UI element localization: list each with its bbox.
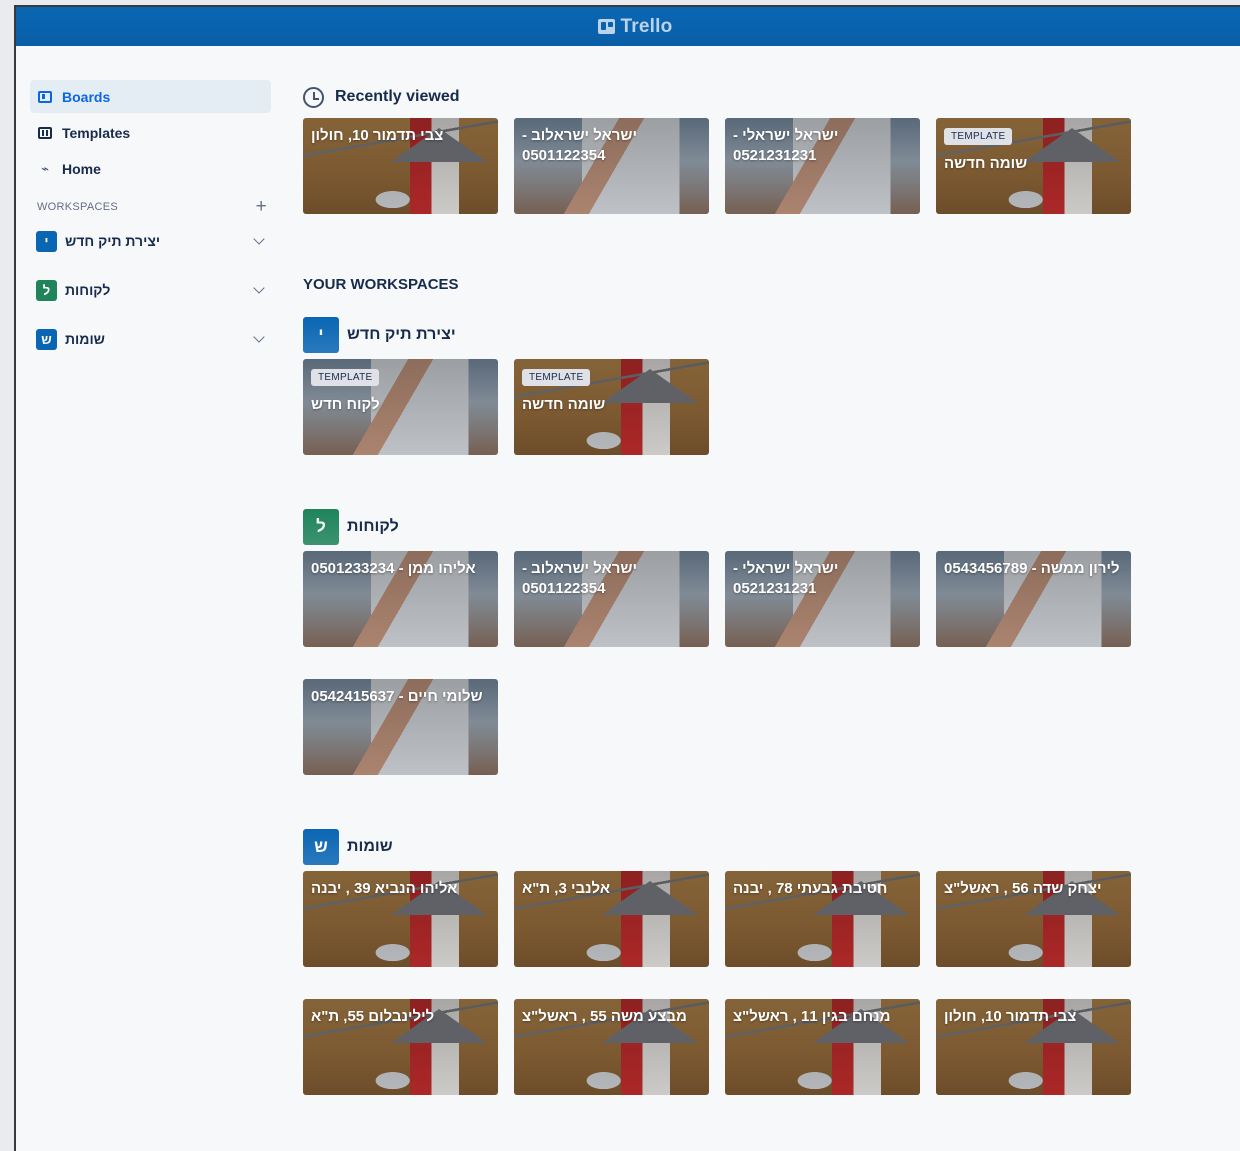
trello-icon [597,19,615,34]
chevron-down-icon[interactable] [253,331,265,343]
board-card-title: ישראל ישראלי - 0521231231 [733,127,839,164]
workspace-section: ל לקוחות אליהו ממן - 0501233234 ישראל ישראל… [303,509,1173,775]
board-card[interactable]: מבצע משה 55 , ראשל"צ [514,999,709,1095]
board-card-title: שלומי חיים - 0542415637 [311,688,483,705]
workspace-avatar: י [36,230,57,252]
board-card[interactable]: ישראל ישראלי - 0521231231 [725,118,920,214]
workspace-section-name: שומות [347,838,393,855]
workspace-section: ש שומות אליהו הנביא 39 , יבנה אלנבי 3, ת"א ח… [303,829,1173,1095]
sidebar-workspace-item[interactable]: ל לקוחות [30,273,271,307]
recently-viewed-title: Recently viewed [335,88,460,105]
workspace-avatar: ש [303,829,339,865]
workspaces-heading: WORKSPACES [37,201,119,213]
board-card-title: יצחק שדה 56 , ראשל"צ [944,880,1102,897]
workspace-label-group: ש שומות [36,328,255,350]
workspace-boards-grid: אליהו ממן - 0501233234 ישראל ישראלוב - 05… [303,551,1173,775]
board-card[interactable]: TEMPLATE שומה חדשה [514,359,709,455]
board-card[interactable]: צבי תדמור 10, חולון [936,999,1131,1095]
board-card-title: שומה חדשה [944,155,1028,172]
board-card[interactable]: חטיבת גבעתי 78 , יבנה [725,871,920,967]
sidebar-item-label: Home [62,160,101,177]
recently-viewed-header: Recently viewed [303,80,1173,114]
sidebar-item-boards[interactable]: Boards [30,80,271,113]
workspace-section-name: יצירת תיק חדש [347,326,456,343]
board-card[interactable]: אליהו הנביא 39 , יבנה [303,871,498,967]
workspace-section-name: לקוחות [347,518,399,535]
workspace-avatar: י [303,317,339,353]
workspace-name: יצירת תיק חדש [65,233,161,249]
board-card-title: לקוח חדש [311,396,380,413]
board-card-title: אלנבי 3, ת"א [522,880,611,897]
workspaces-header: WORKSPACES + [30,196,271,218]
workspace-avatar: ש [36,328,57,350]
template-badge: TEMPLATE [944,128,1013,145]
board-card[interactable]: TEMPLATE לקוח חדש [303,359,498,455]
board-card-title: צבי תדמור 10, חולון [311,127,444,144]
board-card[interactable]: אלנבי 3, ת"א [514,871,709,967]
main-content: Recently viewed צבי תדמור 10, חולון ישראל… [303,80,1173,1095]
template-badge: TEMPLATE [311,369,380,386]
workspace-avatar: ל [36,279,57,301]
workspace-boards-grid: אליהו הנביא 39 , יבנה אלנבי 3, ת"א חטיבת ג… [303,871,1173,1095]
board-card-title: אליהו ממן - 0501233234 [311,560,476,577]
chevron-down-icon[interactable] [253,282,265,294]
template-badge: TEMPLATE [522,369,591,386]
workspace-section-header: ל לקוחות [303,509,1173,545]
sidebar: Boards Templates ⌁ Home WORKSPACES + י יצ… [30,80,271,356]
sidebar-item-home[interactable]: ⌁ Home [30,152,271,185]
board-card-title: ישראל ישראלי - 0521231231 [733,560,839,597]
workspace-section-header: ש שומות [303,829,1173,865]
app-title: Trello [620,15,673,37]
activity-icon: ⌁ [41,160,49,176]
board-card[interactable]: ישראל ישראלוב - 0501122354 [514,551,709,647]
board-card[interactable]: ישראל ישראלי - 0521231231 [725,551,920,647]
board-card-title: לירון ממשה - 0543456789 [944,560,1120,577]
board-card[interactable]: TEMPLATE שומה חדשה [936,118,1131,214]
sidebar-item-templates[interactable]: Templates [30,116,271,149]
board-card-title: חטיבת גבעתי 78 , יבנה [733,880,888,897]
sidebar-item-label: Boards [62,88,111,105]
board-card[interactable]: לירון ממשה - 0543456789 [936,551,1131,647]
sidebar-item-label: Templates [62,124,131,141]
workspace-section: י יצירת תיק חדש TEMPLATE לקוח חדש TEMPLATE שו… [303,317,1173,455]
board-card-title: שומה חדשה [522,396,606,413]
board-card[interactable]: ישראל ישראלוב - 0501122354 [514,118,709,214]
top-bar: Trello [16,7,1240,46]
workspace-name: שומות [65,331,105,347]
workspace-avatar: ל [303,509,339,545]
workspace-name: לקוחות [65,282,111,298]
board-card-title: ישראל ישראלוב - 0501122354 [522,127,637,164]
add-workspace-icon[interactable]: + [256,196,267,218]
board-card-title: צבי תדמור 10, חולון [944,1008,1077,1025]
chevron-down-icon[interactable] [253,233,265,245]
recent-boards-grid: צבי תדמור 10, חולון ישראל ישראלוב - 05011… [303,118,1173,214]
trello-logo[interactable]: Trello [597,15,673,38]
workspace-label-group: י יצירת תיק חדש [36,230,255,252]
board-card[interactable]: מנחם בגין 11 , ראשל"צ [725,999,920,1095]
board-card[interactable]: לילינבלום 55, ת"א [303,999,498,1095]
board-card-title: לילינבלום 55, ת"א [311,1008,435,1025]
board-card[interactable]: צבי תדמור 10, חולון [303,118,498,214]
board-card-title: מנחם בגין 11 , ראשל"צ [733,1008,891,1025]
workspace-boards-grid: TEMPLATE לקוח חדש TEMPLATE שומה חדשה [303,359,1173,455]
board-card[interactable]: שלומי חיים - 0542415637 [303,679,498,775]
workspace-label-group: ל לקוחות [36,279,255,301]
workspace-section-header: י יצירת תיק חדש [303,317,1173,353]
board-card-title: ישראל ישראלוב - 0501122354 [522,560,637,597]
board-icon [38,90,52,103]
your-workspaces-title: YOUR WORKSPACES [303,276,459,293]
template-icon [38,126,52,139]
board-card-title: אליהו הנביא 39 , יבנה [311,880,458,897]
board-card[interactable]: אליהו ממן - 0501233234 [303,551,498,647]
sidebar-workspace-item[interactable]: ש שומות [30,322,271,356]
clock-icon [303,86,324,108]
sidebar-workspace-item[interactable]: י יצירת תיק חדש [30,224,271,258]
board-card[interactable]: יצחק שדה 56 , ראשל"צ [936,871,1131,967]
board-card-title: מבצע משה 55 , ראשל"צ [522,1008,687,1025]
